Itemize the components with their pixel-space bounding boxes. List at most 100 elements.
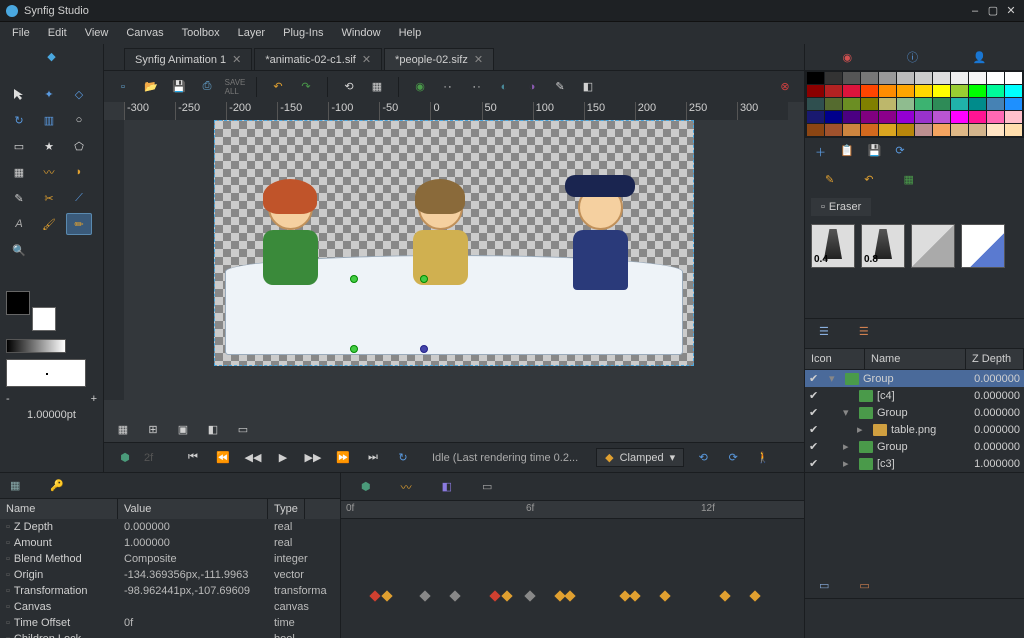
palette-swatch[interactable] bbox=[807, 124, 824, 136]
menu-window[interactable]: Window bbox=[333, 25, 388, 41]
palette-swatch[interactable] bbox=[915, 111, 932, 123]
tl-tab-d-icon[interactable]: ▭ bbox=[482, 480, 492, 493]
menu-canvas[interactable]: Canvas bbox=[118, 25, 171, 41]
seek-fwd-icon[interactable]: ▶▶ bbox=[302, 447, 324, 469]
outline-color[interactable] bbox=[6, 291, 30, 315]
palette-swatch[interactable] bbox=[933, 111, 950, 123]
palette-swatch[interactable] bbox=[879, 124, 896, 136]
param-value[interactable]: -98.962441px,-107.69609 bbox=[124, 585, 274, 597]
maximize-button[interactable]: ▢ bbox=[986, 4, 1000, 18]
palette-swatch[interactable] bbox=[915, 124, 932, 136]
handle-tl[interactable] bbox=[350, 275, 358, 283]
param-row[interactable]: ▫Amount1.000000real bbox=[0, 535, 340, 551]
palette-swatch[interactable] bbox=[969, 124, 986, 136]
param-row[interactable]: ▫Z Depth0.000000real bbox=[0, 519, 340, 535]
seek-next-kf-icon[interactable]: ⏩ bbox=[332, 447, 354, 469]
layers-col-zdepth[interactable]: Z Depth bbox=[966, 349, 1024, 369]
onion-icon[interactable]: ◉ bbox=[409, 76, 431, 98]
palette-swatch[interactable] bbox=[897, 111, 914, 123]
handle-br[interactable] bbox=[420, 345, 428, 353]
palette-swatch[interactable] bbox=[879, 111, 896, 123]
palette-swatch[interactable] bbox=[915, 72, 932, 84]
palette-swatch[interactable] bbox=[825, 124, 842, 136]
tab-2[interactable]: *people-02.sifz✕ bbox=[384, 48, 494, 70]
palette-swatch[interactable] bbox=[987, 111, 1004, 123]
anim-mode-b-icon[interactable]: ⟳ bbox=[722, 447, 744, 469]
palette-paste-icon[interactable]: 📋 bbox=[840, 144, 854, 160]
save-as-icon[interactable]: ⎙ bbox=[196, 76, 218, 98]
palette-swatch[interactable] bbox=[861, 124, 878, 136]
layer-row[interactable]: ✔▾Group0.000000 bbox=[805, 404, 1024, 421]
param-row[interactable]: ▫Origin-134.369356px,-111.9963vector bbox=[0, 567, 340, 583]
param-row[interactable]: ▫Transformation-98.962441px,-107.69609tr… bbox=[0, 583, 340, 599]
palette-swatch[interactable] bbox=[915, 98, 932, 110]
palette-swatch[interactable] bbox=[987, 124, 1004, 136]
param-row[interactable]: ▫Blend MethodCompositeinteger bbox=[0, 551, 340, 567]
layer-row[interactable]: ✔▾Group0.000000 bbox=[805, 370, 1024, 387]
palette-swatch[interactable] bbox=[897, 72, 914, 84]
view-opt-1[interactable]: ▦ bbox=[112, 418, 134, 440]
palette-swatch[interactable] bbox=[897, 85, 914, 97]
palette-swatch[interactable] bbox=[987, 72, 1004, 84]
palette-swatch[interactable] bbox=[861, 72, 878, 84]
tab-1[interactable]: *animatic-02-c1.sif✕ bbox=[254, 48, 382, 70]
brush-08[interactable]: 0.8 bbox=[861, 224, 905, 268]
palette-swatch[interactable] bbox=[879, 72, 896, 84]
tool-zoom[interactable]: 🔍 bbox=[6, 239, 32, 261]
save-icon[interactable]: 💾 bbox=[168, 76, 190, 98]
mode-b-icon[interactable]: ◐ bbox=[493, 76, 515, 98]
layer-row[interactable]: ✔▸table.png0.000000 bbox=[805, 421, 1024, 438]
layer-expand-icon[interactable]: ▸ bbox=[843, 457, 855, 470]
fill-color[interactable] bbox=[32, 307, 56, 331]
tool-smooth-move[interactable]: ✦ bbox=[36, 83, 62, 105]
layer-row[interactable]: ✔[c4]0.000000 bbox=[805, 387, 1024, 404]
animate-icon[interactable]: 🚶 bbox=[752, 447, 774, 469]
palette-swatch[interactable] bbox=[861, 111, 878, 123]
layer-expand-icon[interactable]: ▾ bbox=[843, 406, 855, 419]
palette-swatch[interactable] bbox=[1005, 72, 1022, 84]
gradient-swatch[interactable] bbox=[6, 339, 66, 353]
layer-visible-checkbox[interactable]: ✔ bbox=[809, 440, 821, 453]
palette-swatch[interactable] bbox=[987, 85, 1004, 97]
tool-region[interactable]: ◗ bbox=[66, 161, 92, 183]
brush-04[interactable]: 0.4 bbox=[811, 224, 855, 268]
palette-swatch[interactable] bbox=[969, 98, 986, 110]
tab-2-close[interactable]: ✕ bbox=[474, 53, 483, 66]
palette-swatch[interactable] bbox=[843, 85, 860, 97]
tab-0-close[interactable]: ✕ bbox=[232, 53, 241, 66]
palette-swatch[interactable] bbox=[969, 111, 986, 123]
viewport[interactable] bbox=[124, 120, 788, 400]
timeline-body[interactable] bbox=[341, 519, 804, 638]
layer-expand-icon[interactable]: ▸ bbox=[843, 440, 855, 453]
eraser-tab[interactable]: ▫Eraser bbox=[811, 198, 871, 216]
menu-plugins[interactable]: Plug-Ins bbox=[275, 25, 331, 41]
palette-swatch[interactable] bbox=[951, 72, 968, 84]
palette-swatch[interactable] bbox=[1005, 111, 1022, 123]
params-col-value[interactable]: Value bbox=[118, 499, 268, 519]
view-opt-3[interactable]: ▣ bbox=[172, 418, 194, 440]
info-a-icon[interactable]: ◉ bbox=[842, 51, 852, 64]
tool-scale[interactable]: ◇ bbox=[66, 83, 92, 105]
view-opt-4[interactable]: ◧ bbox=[202, 418, 224, 440]
palette-swatch[interactable] bbox=[861, 98, 878, 110]
palette-swatch[interactable] bbox=[843, 72, 860, 84]
layer-visible-checkbox[interactable]: ✔ bbox=[809, 457, 821, 470]
tl-tab-c-icon[interactable]: ◧ bbox=[442, 480, 452, 493]
param-row[interactable]: ▫Time Offset0ftime bbox=[0, 615, 340, 631]
palette-swatch[interactable] bbox=[843, 111, 860, 123]
brush-eraser[interactable] bbox=[961, 224, 1005, 268]
palette-swatch[interactable] bbox=[825, 72, 842, 84]
brush-marker[interactable] bbox=[911, 224, 955, 268]
info-c-icon[interactable]: 👤 bbox=[973, 51, 987, 64]
palette-swatch[interactable] bbox=[825, 111, 842, 123]
tool-gradient[interactable]: ▦ bbox=[6, 161, 32, 183]
tool-spline[interactable]: 〰 bbox=[36, 161, 62, 183]
tool-transform[interactable] bbox=[6, 83, 32, 105]
seek-back-icon[interactable]: ◀◀ bbox=[242, 447, 264, 469]
layer-visible-checkbox[interactable]: ✔ bbox=[809, 423, 821, 436]
menu-help[interactable]: Help bbox=[391, 25, 430, 41]
layer-visible-checkbox[interactable]: ✔ bbox=[809, 406, 821, 419]
param-row[interactable]: ▫Canvascanvas bbox=[0, 599, 340, 615]
tab-1-close[interactable]: ✕ bbox=[362, 53, 371, 66]
layers-tab-b-icon[interactable]: ☰ bbox=[859, 325, 869, 338]
